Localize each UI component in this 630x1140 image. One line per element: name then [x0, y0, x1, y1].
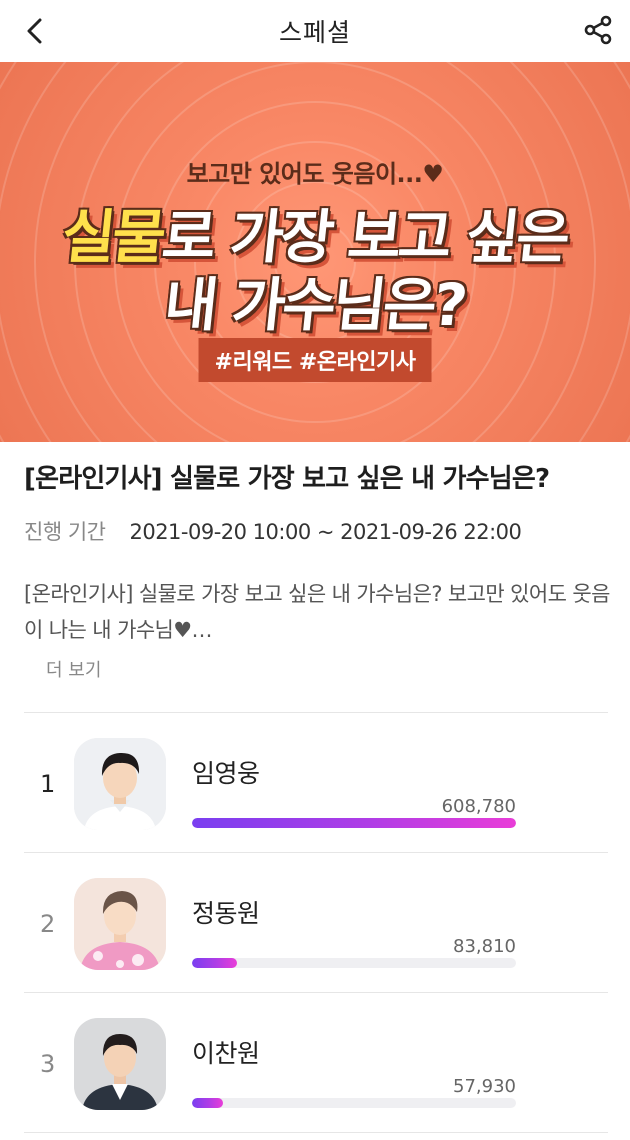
singer-name: 이찬원 — [192, 1039, 260, 1068]
back-button[interactable] — [16, 12, 54, 50]
event-banner: 보고만 있어도 웃음이...♥ 실물로 가장 보고 싶은 내 가수님은? #리워… — [0, 62, 630, 442]
avatar — [74, 738, 166, 830]
period-value: 2021-09-20 10:00 ~ 2021-09-26 22:00 — [129, 520, 522, 544]
share-button[interactable] — [578, 10, 618, 50]
banner-tags: #리워드 #온라인기사 — [198, 338, 432, 382]
rank-number: 3 — [40, 1050, 56, 1078]
banner-subtitle: 보고만 있어도 웃음이...♥ — [186, 160, 444, 188]
vote-count: 57,930 — [453, 1076, 516, 1097]
share-icon — [584, 15, 612, 45]
period-label: 진행 기간 — [24, 520, 106, 544]
vote-bar-fill — [192, 1098, 223, 1108]
vote-count: 608,780 — [441, 796, 516, 817]
avatar — [74, 878, 166, 970]
top-bar: 스페셜 — [0, 0, 630, 62]
divider — [24, 712, 608, 713]
avatar — [74, 1018, 166, 1110]
rank-number: 1 — [40, 770, 56, 798]
post-title: [온라인기사] 실물로 가장 보고 싶은 내 가수님은? — [24, 464, 550, 494]
vote-bar — [192, 818, 516, 828]
rank-number: 2 — [40, 910, 56, 938]
see-more-link[interactable]: 더 보기 — [46, 656, 101, 682]
page-title: 스페셜 — [278, 18, 351, 47]
post-description: [온라인기사] 실물로 가장 보고 싶은 내 가수님은? 보고만 있어도 웃음이… — [24, 582, 610, 642]
banner-title-line2: 내 가수님은? — [161, 271, 468, 339]
vote-bar — [192, 1098, 516, 1108]
event-period: 진행 기간 2021-09-20 10:00 ~ 2021-09-26 22:00 — [24, 516, 522, 546]
singer-name: 정동원 — [192, 899, 260, 928]
vote-bar-fill — [192, 818, 516, 828]
divider — [24, 1132, 608, 1133]
ranking-row[interactable]: 1 임영웅 608,780 — [24, 714, 608, 854]
vote-bar-fill — [192, 958, 237, 968]
divider — [24, 992, 608, 993]
ranking-row[interactable]: 3 이찬원 57,930 — [24, 994, 608, 1134]
vote-count: 83,810 — [453, 936, 516, 957]
chevron-left-icon — [27, 18, 42, 44]
divider — [24, 852, 608, 853]
ranking-row[interactable]: 2 정동원 83,810 — [24, 854, 608, 994]
singer-name: 임영웅 — [192, 759, 260, 788]
vote-bar — [192, 958, 516, 968]
